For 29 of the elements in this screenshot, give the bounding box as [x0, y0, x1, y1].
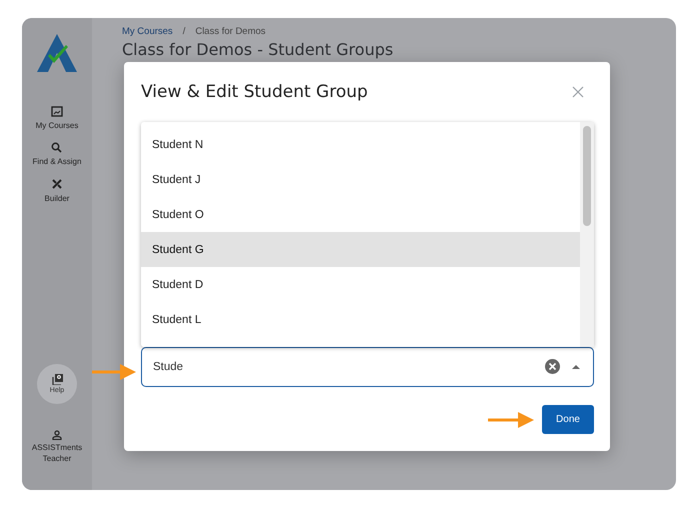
tools-icon — [50, 178, 63, 190]
logo-icon — [37, 34, 77, 72]
student-option[interactable]: Student O — [141, 197, 580, 232]
breadcrumb-link[interactable]: My Courses — [122, 26, 173, 37]
scrollbar-thumb[interactable] — [583, 126, 591, 226]
user-icon — [52, 430, 62, 440]
pointer-arrow — [488, 412, 534, 428]
nav-item[interactable]: Find & Assign — [32, 142, 82, 166]
done-button[interactable]: Done — [542, 405, 594, 434]
help-icon — [52, 374, 62, 386]
student-option[interactable]: Student J — [141, 162, 580, 197]
student-option[interactable]: Student L — [141, 302, 580, 337]
breadcrumb-separator: / — [182, 26, 186, 37]
courses-icon — [50, 106, 63, 117]
nav-item[interactable]: My Courses — [36, 106, 78, 130]
nav-item[interactable]: Builder — [44, 178, 70, 203]
clear-icon[interactable] — [545, 359, 560, 374]
students-field[interactable]: Stude — [141, 347, 594, 387]
page-title: Class for Demos - Student Groups — [122, 40, 394, 59]
student-option[interactable]: Student G — [141, 232, 580, 267]
close-icon[interactable] — [572, 86, 584, 98]
dialog-title: View & Edit Student Group — [141, 82, 368, 102]
student-option[interactable]: Student D — [141, 267, 580, 302]
breadcrumb-current: Class for Demos — [195, 26, 266, 37]
student-option[interactable]: Student N — [141, 127, 580, 162]
pointer-arrow — [92, 364, 136, 380]
caret-icon[interactable] — [572, 365, 580, 369]
search-icon — [51, 142, 62, 153]
user-name[interactable]: ASSISTments Teacher — [27, 443, 87, 464]
